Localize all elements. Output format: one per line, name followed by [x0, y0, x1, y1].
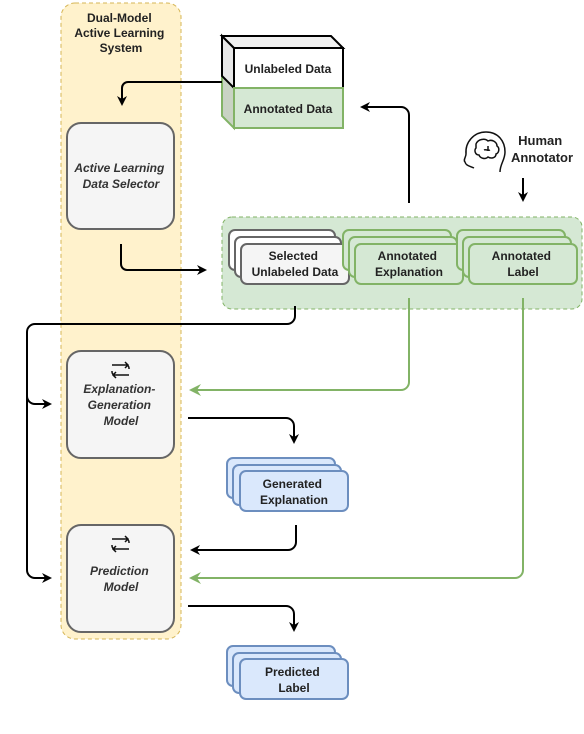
brain-head-icon — [463, 131, 506, 173]
predicted-label[interactable]: Predicted Label — [226, 645, 349, 700]
selected-unlabeled-data[interactable]: Selected Unlabeled Data — [228, 229, 350, 285]
svg-text:Human Annotator: Human Annotator — [511, 133, 573, 165]
annotated-label[interactable]: Annotated Label — [456, 229, 578, 285]
arrow-annotated-explanation-to-model — [189, 298, 410, 396]
unlabeled-data-block[interactable]: Unlabeled Data — [233, 47, 344, 89]
arrow-explmodel-to-generated — [188, 417, 299, 444]
arrow-group-to-annotated-data — [360, 102, 410, 203]
svg-text:Unlabeled Data: Unlabeled Data — [245, 62, 332, 76]
data-store-cube: Unlabeled Data Annotated Data — [219, 33, 346, 131]
arrow-annotated-label-to-prediction — [189, 298, 524, 584]
annotated-explanation[interactable]: Annotated Explanation — [342, 229, 464, 285]
annotated-data-block[interactable]: Annotated Data — [233, 87, 344, 129]
prediction-model[interactable]: Prediction Model — [66, 524, 175, 633]
arrow-to-explanation-model — [26, 395, 52, 409]
generated-explanation[interactable]: Generated Explanation — [226, 457, 349, 512]
svg-text:Annotated Data: Annotated Data — [244, 102, 333, 116]
diagram-canvas: Dual-Model Active Learning System Active… — [26, 2, 583, 700]
active-learning-data-selector[interactable]: Active Learning Data Selector — [66, 122, 175, 230]
human-annotator: Human Annotator — [463, 131, 573, 173]
arrow-generated-to-prediction — [190, 525, 297, 555]
explanation-generation-model[interactable]: Explanation- Generation Model — [66, 350, 175, 459]
arrow-prediction-to-predicted — [188, 605, 299, 632]
